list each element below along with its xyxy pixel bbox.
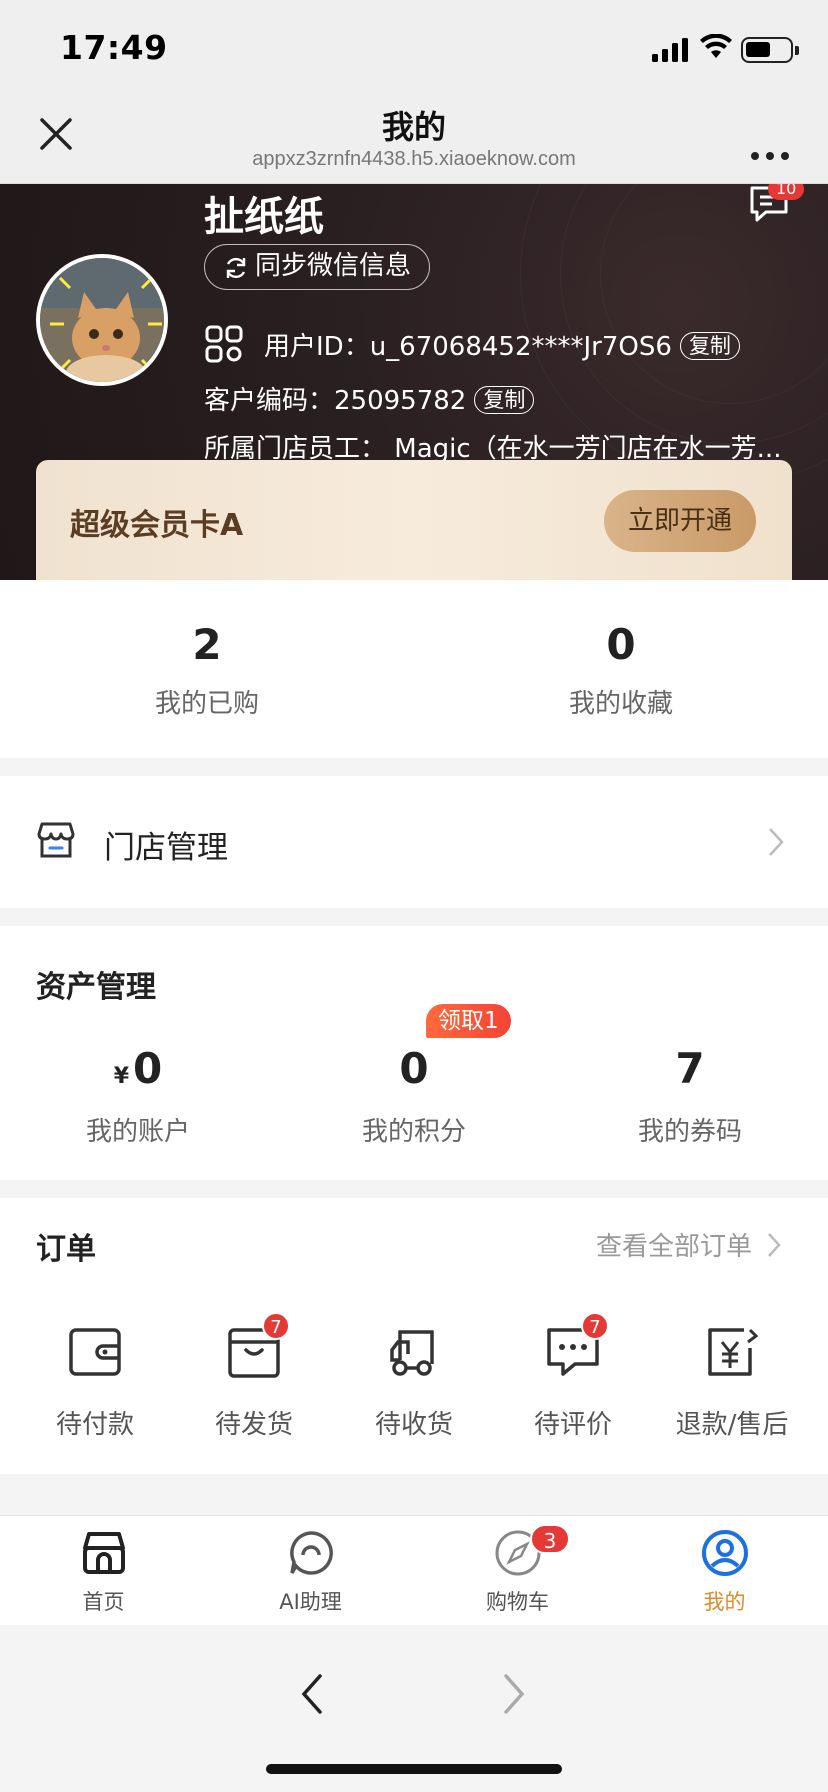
- account-balance: 0: [133, 1044, 163, 1093]
- tab-cart[interactable]: 3 购物车: [414, 1524, 621, 1616]
- points-asset[interactable]: 0 我的积分: [276, 1044, 552, 1148]
- order-label: 待收货: [374, 1410, 453, 1440]
- purchased-count: 2: [192, 620, 222, 669]
- user-id-row: 用户ID：u_67068452****Jr7OS6 复制: [264, 326, 740, 363]
- status-time: 17:49: [60, 28, 168, 67]
- refresh-icon: [226, 257, 246, 279]
- shop-icon: [37, 822, 75, 858]
- currency-symbol: ¥: [113, 1064, 130, 1089]
- username: 扯纸纸: [204, 194, 324, 240]
- browser-header: 我的 appxz3zrnfn4438.h5.xiaoeknow.com: [0, 96, 828, 184]
- vip-card[interactable]: 超级会员卡A 立即开通: [36, 460, 792, 580]
- tab-profile[interactable]: 我的: [621, 1528, 828, 1616]
- signal-icon: [652, 38, 688, 62]
- avatar[interactable]: [36, 254, 168, 386]
- order-label: 待发货: [214, 1410, 293, 1440]
- copy-user-id-button[interactable]: 复制: [679, 332, 740, 360]
- stats-section: 2 我的已购 0 我的收藏: [0, 580, 828, 758]
- tab-label: 首页: [82, 1590, 125, 1614]
- purchased-stat[interactable]: 2 我的已购: [0, 580, 414, 720]
- order-refund[interactable]: 退款/售后: [652, 1324, 812, 1441]
- coupons-value: 7: [675, 1044, 705, 1093]
- order-label: 待付款: [55, 1410, 134, 1440]
- user-id-value: u_67068452****Jr7OS6: [369, 332, 672, 362]
- cart-count-badge: 3: [530, 1524, 570, 1554]
- bottom-tab-bar: 首页 AI助理 3 购物车 我的: [0, 1515, 828, 1625]
- coupons-asset[interactable]: 7 我的券码: [552, 1044, 828, 1148]
- sync-label: 同步微信信息: [255, 251, 412, 281]
- user-icon: [701, 1530, 748, 1576]
- copy-customer-code-button[interactable]: 复制: [474, 386, 535, 414]
- points-claim-badge[interactable]: 领取1: [426, 1004, 511, 1038]
- favorites-label: 我的收藏: [568, 689, 673, 719]
- order-pending-receipt[interactable]: 待收货: [334, 1324, 494, 1441]
- favorites-count: 0: [606, 620, 636, 669]
- chevron-right-icon: [768, 1233, 781, 1257]
- customer-code-value: 25095782: [334, 386, 467, 416]
- purchased-label: 我的已购: [154, 689, 259, 719]
- page-url: appxz3zrnfn4438.h5.xiaoeknow.com: [252, 148, 576, 170]
- assets-section: 资产管理 领取1 ¥0 我的账户 0 我的积分 7 我的券码: [0, 926, 828, 1180]
- more-icon[interactable]: [750, 134, 790, 169]
- customer-code-label: 客户编码：: [204, 386, 335, 416]
- forward-arrow-icon[interactable]: [502, 1672, 526, 1716]
- tab-home[interactable]: 首页: [0, 1528, 207, 1616]
- store-management-label: 门店管理: [104, 830, 228, 866]
- order-label: 退款/售后: [675, 1410, 789, 1440]
- order-label: 待评价: [533, 1410, 612, 1440]
- assets-title: 资产管理: [36, 970, 156, 1005]
- chevron-right-icon: [769, 828, 784, 856]
- favorites-stat[interactable]: 0 我的收藏: [414, 580, 828, 720]
- view-all-orders-link[interactable]: 查看全部订单: [596, 1226, 782, 1263]
- coupons-label: 我的券码: [637, 1117, 742, 1147]
- points-value: 0: [399, 1044, 429, 1093]
- tab-ai-assistant[interactable]: AI助理: [207, 1528, 414, 1616]
- vip-card-title: 超级会员卡A: [70, 508, 244, 543]
- back-arrow-icon[interactable]: [300, 1672, 324, 1716]
- truck-icon: [390, 1330, 434, 1376]
- orders-section: 订单 查看全部订单 待付款 7 待发货 待收货 7 待评价 退款/售后: [0, 1198, 828, 1474]
- tab-label: AI助理: [279, 1590, 342, 1614]
- view-all-orders-label: 查看全部订单: [596, 1232, 753, 1262]
- orders-title: 订单: [36, 1232, 96, 1267]
- pending-review-badge: 7: [581, 1312, 609, 1340]
- battery-icon: [741, 37, 799, 63]
- page-title: 我的: [381, 108, 446, 146]
- store-management-row[interactable]: 门店管理: [0, 776, 828, 908]
- qrcode-icon[interactable]: [204, 324, 244, 364]
- user-id-label: 用户ID：: [264, 332, 370, 362]
- refund-icon: [708, 1328, 759, 1376]
- store-icon: [82, 1532, 125, 1574]
- order-pending-shipment[interactable]: 7 待发货: [174, 1312, 334, 1441]
- points-label: 我的积分: [361, 1117, 466, 1147]
- order-pending-payment[interactable]: 待付款: [15, 1324, 175, 1441]
- chat-bubble-icon: [289, 1531, 333, 1575]
- home-indicator: [266, 1764, 562, 1774]
- tab-label: 我的: [703, 1590, 746, 1614]
- vip-open-button[interactable]: 立即开通: [604, 490, 756, 552]
- order-pending-review[interactable]: 7 待评价: [493, 1312, 653, 1441]
- account-asset[interactable]: ¥0 我的账户: [0, 1044, 276, 1148]
- tab-label: 购物车: [486, 1590, 549, 1614]
- sync-wechat-button[interactable]: 同步微信信息: [204, 244, 431, 290]
- status-bar: 17:49: [0, 0, 828, 96]
- message-count-badge: 10: [768, 184, 805, 200]
- account-label: 我的账户: [85, 1117, 190, 1147]
- profile-header: 扯纸纸 同步微信信息 10 用户ID：u_67068452****Jr7OS6 复…: [0, 184, 828, 580]
- pending-shipment-badge: 7: [262, 1312, 290, 1340]
- customer-code-row: 客户编码：25095782 复制: [204, 380, 535, 417]
- wallet-icon: [69, 1328, 121, 1376]
- wifi-icon: [700, 34, 732, 58]
